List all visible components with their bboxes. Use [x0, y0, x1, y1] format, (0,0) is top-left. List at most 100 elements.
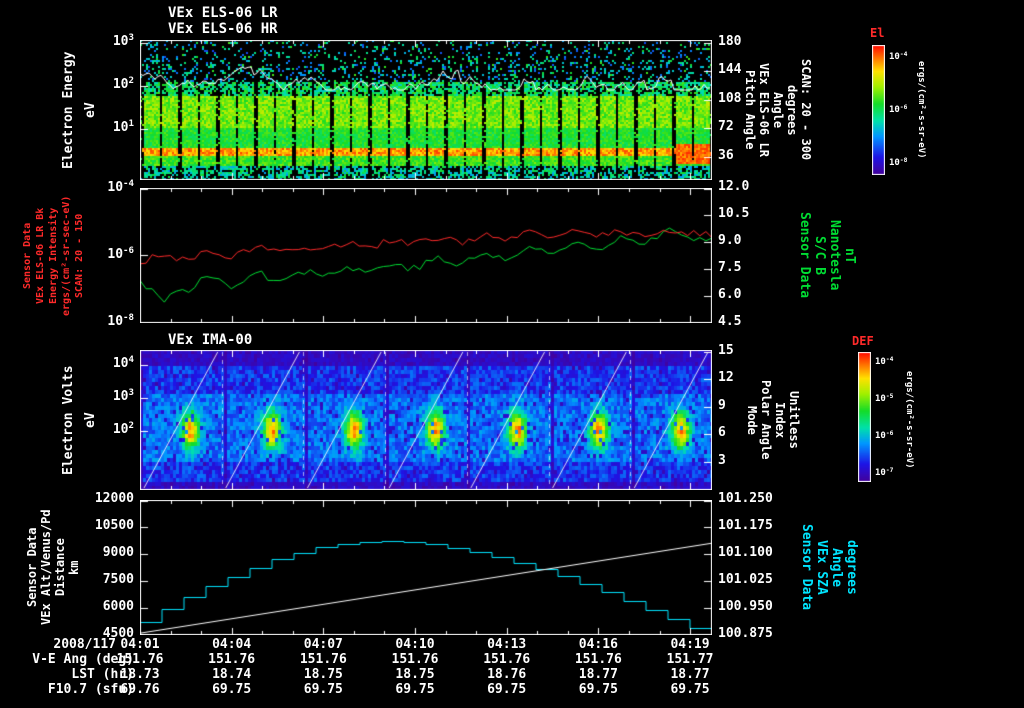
ephemeris-value: 151.76: [483, 652, 531, 667]
ephemeris-value: 69.75: [212, 682, 252, 697]
ephemeris-value: 151.76: [574, 652, 622, 667]
panel4-left-axis-title-4: km: [67, 560, 81, 575]
axis-tick-label: 103: [112, 388, 134, 404]
axis-tick-label: 10500: [94, 518, 134, 533]
panel1-right-axis-title-5: SCAN: 20 - 300: [799, 59, 813, 161]
ephemeris-value: 151.76: [208, 652, 256, 667]
axis-tick-label: 7500: [102, 572, 134, 587]
time-tick-label: 04:13: [487, 637, 527, 652]
ephemeris-value: 18.73: [120, 667, 160, 682]
ephemeris-value: 18.77: [578, 667, 618, 682]
time-tick-label: 04:10: [395, 637, 435, 652]
axis-tick-label: 10-8: [107, 313, 134, 329]
panel1-left-axis-title: Electron Energy: [61, 51, 76, 169]
axis-tick-label: 7.5: [718, 260, 742, 275]
axis-tick-label: 101: [112, 119, 134, 135]
axis-tick-label: 10-4: [107, 179, 134, 195]
els-spectrogram-canvas: [140, 40, 712, 180]
ephemeris-value: 18.74: [212, 667, 252, 682]
time-tick-label: 04:01: [120, 637, 160, 652]
ephemeris-value: 69.76: [120, 682, 160, 697]
axis-tick-label: 101.025: [718, 572, 773, 587]
axis-tick-label: 180: [718, 34, 742, 49]
els-colorbar-canvas: [872, 45, 885, 175]
axis-tick-label: 4.5: [718, 314, 742, 329]
axis-tick-label: 15: [718, 343, 734, 358]
panel2-left-axis-title-1: Sensor Data: [22, 222, 33, 289]
ima-colorbar-canvas: [858, 352, 871, 482]
axis-tick-label: 100.875: [718, 626, 773, 641]
ephemeris-value: 69.75: [578, 682, 618, 697]
panel4-left-axis-title-1: Sensor Data: [25, 527, 39, 608]
axis-tick-label: 10.5: [718, 206, 750, 221]
panel3-right-axis-title-4: Unitless: [787, 391, 801, 449]
ephemeris-value: 18.77: [670, 667, 710, 682]
time-tick-label: 04:07: [303, 637, 343, 652]
panel4-right-axis-title-3: Angle: [829, 547, 844, 588]
panel4-left-axis-title-3: Distance: [53, 538, 67, 597]
ephemeris-value: 69.75: [303, 682, 343, 697]
panel1-title-hr: VEx ELS-06 HR: [168, 21, 278, 37]
axis-tick-label: 6: [718, 425, 726, 440]
ima-spectrogram-canvas: [140, 350, 712, 490]
axis-tick-label: 12: [718, 370, 734, 385]
panel2-right-axis-title-3: Nanotesla: [827, 220, 842, 291]
ephemeris-value: 18.75: [303, 667, 343, 682]
colorbar-tick-label: 10-4: [889, 50, 908, 62]
ephemeris-value: 151.76: [116, 652, 164, 667]
time-tick-label: 04:04: [212, 637, 252, 652]
axis-tick-label: 9000: [102, 545, 134, 560]
panel2-right-axis-title-4: nT: [842, 247, 857, 264]
axis-tick-label: 102: [112, 76, 134, 92]
altitude-sza-plot-canvas: [140, 500, 712, 635]
time-tick-label: 04:19: [670, 637, 710, 652]
axis-tick-label: 3: [718, 453, 726, 468]
panel2-right-axis-title-2: S/C B: [812, 235, 827, 276]
ephemeris-value: 151.76: [299, 652, 347, 667]
panel4-left-axis-title-2: VEx Alt/Venus/Pd: [39, 509, 53, 626]
colorbar2-title: DEF: [852, 334, 874, 348]
panel2-left-axis-title-4: ergs/(cm²-sr-sec-eV): [61, 195, 72, 316]
ephemeris-value: 69.75: [395, 682, 435, 697]
vex-quicklook-display: VEx ELS-06 LR VEx ELS-06 HR Electron Ene…: [0, 0, 1024, 708]
axis-tick-label: 9: [718, 398, 726, 413]
intensity-bfield-plot-canvas: [140, 188, 712, 323]
axis-tick-label: 36: [718, 148, 734, 163]
axis-tick-label: 10-6: [107, 246, 134, 262]
time-tick-label: 04:16: [578, 637, 618, 652]
colorbar-tick-label: 10-5: [875, 392, 894, 404]
ephemeris-value: 18.76: [487, 667, 527, 682]
panel2-right-axis-title-1: Sensor Data: [797, 212, 812, 299]
axis-tick-label: 100.950: [718, 599, 773, 614]
axis-tick-label: 108: [718, 91, 742, 106]
axis-tick-label: 103: [112, 33, 134, 49]
ephemeris-value: 151.77: [666, 652, 714, 667]
axis-tick-label: 12.0: [718, 179, 750, 194]
colorbar-tick-label: 10-4: [875, 355, 894, 367]
panel1-title-lr: VEx ELS-06 LR: [168, 5, 278, 21]
colorbar1-title: El: [870, 26, 885, 40]
colorbar-tick-label: 10-6: [875, 429, 894, 441]
axis-tick-label: 144: [718, 62, 742, 77]
ephemeris-value: 18.75: [395, 667, 435, 682]
axis-tick-label: 9.0: [718, 233, 742, 248]
panel4-right-axis-title-1: Sensor Data: [799, 524, 814, 611]
colorbar-tick-label: 10-8: [889, 156, 908, 168]
panel1-left-axis-unit: eV: [83, 102, 98, 118]
panel1-right-axis-title-4: degrees: [785, 84, 799, 136]
panel3-title: VEx IMA-00: [168, 332, 253, 348]
axis-tick-label: 6.0: [718, 287, 742, 302]
panel2-left-axis-title-3: Energy Intensity: [48, 207, 59, 304]
panel4-right-axis-title-4: degrees: [844, 540, 859, 595]
ephemeris-value: 69.75: [487, 682, 527, 697]
axis-tick-label: 104: [112, 355, 134, 371]
axis-tick-label: 101.175: [718, 518, 773, 533]
panel4-right-axis-title-2: VEx SZA: [814, 540, 829, 595]
axis-tick-label: 12000: [94, 491, 134, 506]
panel3-left-axis-title: Electron Volts: [61, 365, 76, 475]
colorbar-tick-label: 10-7: [875, 466, 894, 478]
axis-tick-label: 102: [112, 421, 134, 437]
axis-tick-label: 101.250: [718, 491, 773, 506]
axis-tick-label: 72: [718, 119, 734, 134]
ephemeris-value: 69.75: [670, 682, 710, 697]
